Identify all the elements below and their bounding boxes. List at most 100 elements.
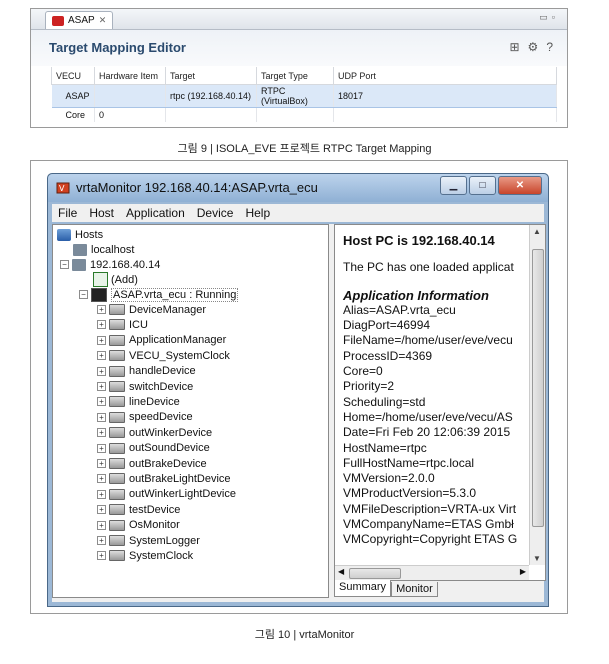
layout-icon[interactable]: ⊞ <box>509 40 519 54</box>
device-icon <box>109 396 125 408</box>
tree-node-device[interactable]: + ICU <box>97 317 148 332</box>
tree-node-device[interactable]: + outWinkerDevice <box>97 425 212 440</box>
editor-title: Target Mapping Editor <box>49 40 186 55</box>
tab-summary[interactable]: Summary <box>334 580 392 597</box>
expand-icon[interactable]: + <box>97 366 106 376</box>
tree-node-hosts[interactable]: Hosts <box>57 227 103 242</box>
computer-icon <box>73 243 87 256</box>
tree-node-application[interactable]: − ASAP.vrta_ecu : Running <box>79 287 239 302</box>
col-target-type[interactable]: Target Type <box>256 67 334 85</box>
expand-icon[interactable]: + <box>97 428 106 438</box>
window-body: Hosts localhost − 192.168.40.14 (Add) − <box>52 224 546 602</box>
expand-icon[interactable]: + <box>97 335 106 345</box>
tree-node-device[interactable]: + outWinkerLightDevice <box>97 487 236 502</box>
scroll-thumb[interactable] <box>349 568 401 579</box>
mapping-table: VECU Hardware Item Target Target Type UD… <box>51 67 557 122</box>
tree-node-device[interactable]: + outBrakeLightDevice <box>97 471 231 486</box>
vertical-scrollbar[interactable]: ▲ ▼ <box>529 225 545 565</box>
expand-icon[interactable]: + <box>97 489 106 499</box>
table-row[interactable]: ASAP rtpc (192.168.40.14) RTPC (VirtualB… <box>51 84 557 108</box>
summary-panel[interactable]: Host PC is 192.168.40.14 The PC has one … <box>334 224 546 581</box>
scroll-right-icon[interactable]: ▶ <box>520 567 526 576</box>
tree-node-device[interactable]: + lineDevice <box>97 394 180 409</box>
menu-device[interactable]: Device <box>191 204 240 222</box>
tree-node-device[interactable]: + SystemClock <box>97 548 193 563</box>
tree-node-device[interactable]: + SystemLogger <box>97 533 200 548</box>
help-icon[interactable]: ? <box>546 40 553 54</box>
tree-node-host-ip[interactable]: − 192.168.40.14 <box>60 257 160 272</box>
asap-editor-tab[interactable]: ASAP ✕ <box>45 11 114 29</box>
tree-node-add[interactable]: (Add) <box>93 272 138 287</box>
info-line: Priority=2 <box>343 379 395 394</box>
device-icon <box>109 550 125 562</box>
collapse-icon[interactable]: − <box>60 260 69 269</box>
expand-icon[interactable]: + <box>97 551 106 561</box>
col-udp-port[interactable]: UDP Port <box>333 67 557 85</box>
tree-node-device[interactable]: + handleDevice <box>97 364 196 379</box>
scroll-down-icon[interactable]: ▼ <box>533 554 541 563</box>
tree-node-device[interactable]: + speedDevice <box>97 410 193 425</box>
expand-icon[interactable]: + <box>97 520 106 530</box>
tab-monitor[interactable]: Monitor <box>391 582 438 597</box>
menu-help[interactable]: Help <box>239 204 276 222</box>
tree-label: ICU <box>129 318 148 331</box>
col-hardware-item[interactable]: Hardware Item <box>94 67 166 85</box>
tree-node-localhost[interactable]: localhost <box>73 242 134 257</box>
tree-node-device[interactable]: + OsMonitor <box>97 518 180 533</box>
horizontal-scrollbar[interactable]: ◀ ▶ <box>335 565 529 580</box>
col-vecu[interactable]: VECU <box>51 67 95 85</box>
settings-icon[interactable]: ⚙ <box>528 40 539 54</box>
cell-hardware-item: 0 <box>94 107 166 122</box>
collapse-icon[interactable]: − <box>79 290 88 299</box>
host-tree[interactable]: Hosts localhost − 192.168.40.14 (Add) − <box>52 224 329 598</box>
device-icon <box>109 504 125 516</box>
maximize-button[interactable]: □ <box>469 176 496 195</box>
col-target[interactable]: Target <box>165 67 257 85</box>
scroll-up-icon[interactable]: ▲ <box>533 227 541 236</box>
tree-node-device[interactable]: + switchDevice <box>97 379 193 394</box>
scroll-thumb[interactable] <box>532 249 544 527</box>
expand-icon[interactable]: + <box>97 459 106 468</box>
tree-node-device[interactable]: + testDevice <box>97 502 180 517</box>
info-line: VMFileDescription=VRTA-ux Virt <box>343 501 517 516</box>
close-button[interactable]: ✕ <box>498 176 542 195</box>
asap-tab-label: ASAP <box>68 15 95 26</box>
expand-icon[interactable]: + <box>97 505 106 515</box>
tree-label: handleDevice <box>129 365 196 378</box>
tree-label: outWinkerDevice <box>129 426 213 439</box>
app-info-lines: Alias=ASAP.vrta_ecu DiagPort=46994 FileNam… <box>343 303 528 548</box>
tree-node-device[interactable]: + outBrakeDevice <box>97 456 207 471</box>
expand-icon[interactable]: + <box>97 536 106 545</box>
close-tab-icon[interactable]: ✕ <box>99 12 107 29</box>
minimize-maximize-icons[interactable]: ▭▫ <box>539 12 559 23</box>
expand-icon[interactable]: + <box>97 474 106 484</box>
table-row[interactable]: Core 0 <box>51 107 557 122</box>
tree-label: SystemLogger <box>129 534 200 547</box>
tree-node-device[interactable]: + outSoundDevice <box>97 441 210 456</box>
expand-icon[interactable]: + <box>97 412 106 422</box>
expand-icon[interactable]: + <box>97 320 106 330</box>
menu-file[interactable]: File <box>52 204 83 222</box>
expand-icon[interactable]: + <box>97 443 106 453</box>
tree-node-device[interactable]: + DeviceManager <box>97 302 206 317</box>
tree-node-device[interactable]: + ApplicationManager <box>97 333 226 348</box>
device-icon <box>109 319 125 331</box>
expand-icon[interactable]: + <box>97 397 106 407</box>
tree-label: ASAP.vrta_ecu : Running <box>111 287 239 302</box>
expand-icon[interactable]: + <box>97 351 106 361</box>
title-bar[interactable]: V vrtaMonitor 192.168.40.14:ASAP.vrta_ec… <box>48 174 548 202</box>
expand-icon[interactable]: + <box>97 382 106 391</box>
cell-udp-port: 18017 <box>333 84 557 108</box>
scroll-left-icon[interactable]: ◀ <box>338 567 344 576</box>
figure-10-caption: 그림 10 | vrtaMonitor <box>254 629 355 641</box>
device-icon <box>109 350 125 362</box>
figure-9-caption: 그림 9 | ISOLA_EVE 프로젝트 RTPC Target Mappin… <box>177 143 432 155</box>
cell-hardware-item <box>94 84 166 108</box>
minimize-button[interactable]: ▁ <box>440 176 467 195</box>
tree-node-device[interactable]: + VECU_SystemClock <box>97 348 230 363</box>
expand-icon[interactable]: + <box>97 305 106 314</box>
menu-application[interactable]: Application <box>120 204 191 222</box>
device-icon <box>109 411 125 423</box>
menu-host[interactable]: Host <box>83 204 120 222</box>
vrtamonitor-figure: V vrtaMonitor 192.168.40.14:ASAP.vrta_ec… <box>30 160 568 614</box>
